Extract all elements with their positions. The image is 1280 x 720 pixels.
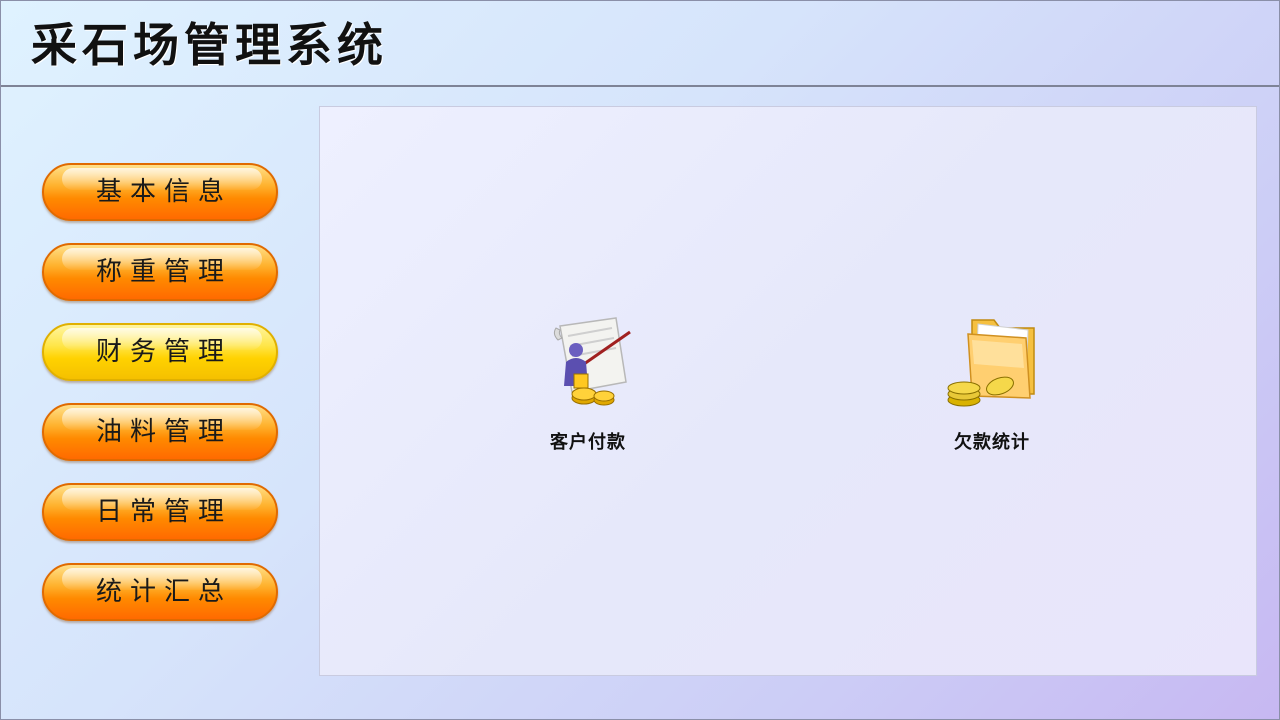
app-window: 采石场管理系统 基本信息 称重管理 财务管理 油料管理 日常管理 统计汇总 客户… <box>0 0 1280 720</box>
debt-statistics-label: 欠款统计 <box>954 432 1030 453</box>
sidebar-item-weighing[interactable]: 称重管理 <box>42 243 278 301</box>
sidebar: 基本信息 称重管理 财务管理 油料管理 日常管理 统计汇总 <box>1 89 311 719</box>
sidebar-item-label: 日常管理 <box>95 497 232 527</box>
header: 采石场管理系统 <box>1 1 1279 87</box>
customer-payment-button[interactable]: 客户付款 <box>518 312 658 453</box>
sidebar-item-label: 称重管理 <box>95 257 232 287</box>
debt-statistics-icon <box>947 319 1035 407</box>
sidebar-item-fuel[interactable]: 油料管理 <box>42 403 278 461</box>
sidebar-item-label: 基本信息 <box>95 177 232 207</box>
sidebar-item-label: 统计汇总 <box>95 577 232 607</box>
sidebar-item-summary[interactable]: 统计汇总 <box>42 563 278 621</box>
sidebar-item-label: 财务管理 <box>95 337 232 367</box>
sidebar-item-label: 油料管理 <box>95 417 232 447</box>
main-content-panel: 客户付款 欠款统计 <box>319 106 1257 676</box>
app-title: 采石场管理系统 <box>31 18 388 72</box>
customer-payment-label: 客户付款 <box>550 432 626 453</box>
sidebar-item-daily[interactable]: 日常管理 <box>42 483 278 541</box>
sidebar-item-basic-info[interactable]: 基本信息 <box>42 163 278 221</box>
sidebar-item-finance[interactable]: 财务管理 <box>42 323 278 381</box>
debt-statistics-button[interactable]: 欠款统计 <box>922 312 1062 453</box>
customer-payment-icon <box>553 317 631 406</box>
